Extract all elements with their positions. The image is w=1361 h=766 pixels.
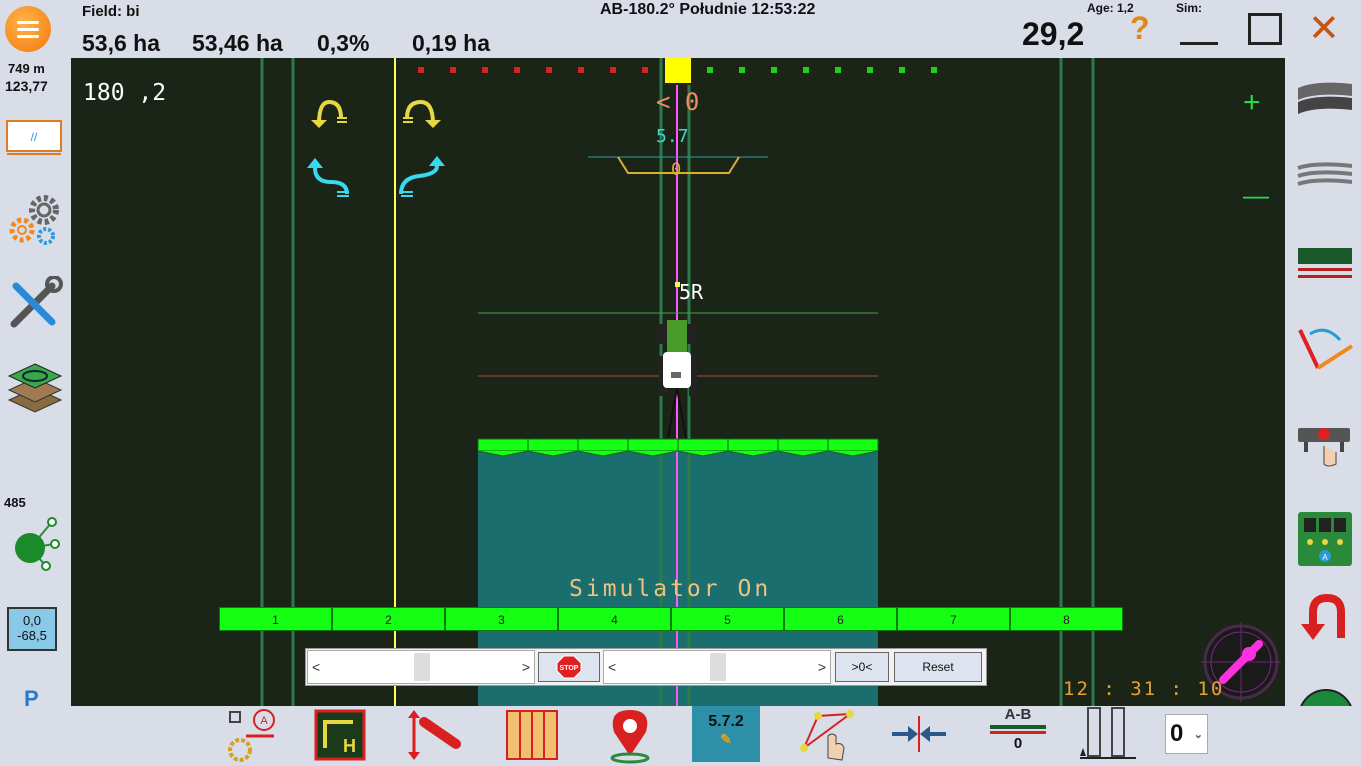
lightbar (418, 58, 937, 85)
tools-wrench-icon[interactable] (6, 276, 64, 332)
simulator-controls: < > STOP < > >0< Reset (305, 648, 987, 686)
ab-line-count: 0 (1013, 735, 1023, 752)
headland-icon[interactable] (1296, 246, 1354, 282)
section-button-6[interactable]: 6 (784, 607, 897, 631)
close-button[interactable]: ✕ (1308, 10, 1340, 48)
steer-slider-thumb[interactable] (710, 653, 726, 681)
simulator-status: Simulator On (569, 576, 772, 602)
section-button-2[interactable]: 2 (332, 607, 445, 631)
tool-number-select[interactable]: 0 ⌄ (1165, 714, 1208, 754)
left-toolbar: 749 m 123,77 // 485 0,0 -68,5 P (0, 58, 71, 733)
section-button-5[interactable]: 5 (671, 607, 784, 631)
guide-zero: 0 (671, 160, 682, 180)
stop-sign-icon: STOP (556, 655, 582, 679)
speed-slider[interactable]: < > (307, 650, 535, 684)
center-steer-button[interactable]: >0< (835, 652, 889, 682)
section-buttons: 1 2 3 4 5 6 7 8 (219, 607, 1123, 631)
section-button-8[interactable]: 8 (1010, 607, 1123, 631)
stop-button[interactable]: STOP (538, 652, 600, 682)
steer-slider[interactable]: < > (603, 650, 831, 684)
section-button-4[interactable]: 4 (558, 607, 671, 631)
zoom-in-button[interactable]: + (1243, 88, 1261, 118)
uturn-right-icon[interactable] (403, 99, 441, 128)
field-name: Field: bi (82, 3, 140, 20)
section-button-3[interactable]: 3 (445, 607, 558, 631)
offset-bottom: -68,5 (17, 628, 47, 643)
section-button-7[interactable]: 7 (897, 607, 1010, 631)
gps-age: Age: 1,2 (1087, 1, 1134, 15)
guide-value: 5.7 (656, 126, 689, 147)
area-rate-readout: 123,77 (5, 78, 48, 94)
svg-text:STOP: STOP (560, 665, 579, 672)
minimize-button[interactable] (1180, 42, 1218, 45)
steering-angle-icon[interactable] (1296, 324, 1354, 374)
snap-to-line-icon[interactable] (890, 714, 948, 754)
map-view[interactable]: 180 ,2 < 0 5.7 0 5R + — Simulator On 1 2… (71, 58, 1285, 706)
sim-label: Sim: (1176, 1, 1203, 15)
svg-text://: // (31, 130, 38, 144)
boundary-lines-icon[interactable] (1296, 160, 1354, 192)
uturn-left-icon[interactable] (311, 99, 347, 128)
ab-line-label: A-B (1004, 706, 1032, 723)
field-layers-icon[interactable] (5, 360, 65, 420)
manual-section-icon[interactable] (1296, 420, 1354, 470)
map-pin-icon[interactable] (604, 706, 656, 764)
tramline-track-icon[interactable] (1078, 706, 1140, 762)
version-pen-icon: ✎ (720, 731, 732, 747)
area-total: 53,6 ha (82, 30, 160, 56)
heading-display: 180 ,2 (83, 80, 167, 106)
area-remaining: 0,19 ha (412, 30, 490, 56)
ab-line-tool[interactable]: A-B 0 (988, 706, 1048, 762)
help-icon[interactable]: ? (1130, 10, 1150, 47)
heading-info: AB-180.2° Południe 12:53:22 (600, 1, 816, 18)
maximize-button[interactable] (1248, 13, 1282, 45)
lane-change-right-icon[interactable] (399, 156, 445, 197)
display-icon[interactable]: // (6, 120, 62, 156)
auto-section-icon[interactable]: A (1296, 510, 1354, 568)
drive-tool-icon[interactable] (406, 708, 464, 762)
tramline-icon[interactable] (1296, 78, 1354, 116)
reset-button[interactable]: Reset (894, 652, 982, 682)
lane-change-left-icon[interactable] (307, 158, 349, 197)
zoom-out-button[interactable]: — (1243, 180, 1269, 210)
overlap-percent: 0,3% (317, 30, 370, 56)
area-worked: 53,46 ha (192, 30, 283, 56)
version-text: 5.7.2 (708, 713, 744, 730)
speed-readout: 29,2 (1022, 16, 1085, 52)
boundary-edit-icon[interactable] (798, 708, 856, 762)
svg-text:H: H (343, 736, 356, 756)
offset-top: 0,0 (22, 613, 42, 628)
distance-readout: 749 m (8, 61, 45, 76)
network-node-icon[interactable] (8, 514, 62, 572)
offset-readout-button[interactable]: 0,0 -68,5 (7, 607, 57, 651)
settings-gear-icon[interactable] (6, 190, 64, 248)
uturn-red-icon[interactable] (1299, 594, 1351, 644)
speed-slider-thumb[interactable] (414, 653, 430, 681)
svg-text:A: A (1322, 553, 1328, 562)
headland-h-icon[interactable]: H (313, 708, 367, 762)
version-badge[interactable]: 5.7.2 ✎ (692, 706, 760, 762)
section-button-1[interactable]: 1 (219, 607, 332, 631)
main-menu-button[interactable] (5, 6, 51, 52)
ab-curve-tool-icon[interactable]: A (224, 708, 278, 762)
track-label: 5R (679, 280, 704, 304)
chevron-down-icon: ⌄ (1193, 729, 1203, 741)
top-bar: Field: bi 53,6 ha 53,46 ha 0,3% 0,19 ha … (0, 0, 1361, 58)
cross-track-error: < 0 (656, 88, 700, 116)
counter-readout: 485 (4, 495, 26, 510)
right-toolbar: A M (1285, 58, 1361, 746)
svg-text:A: A (260, 715, 268, 727)
clock-display: 12 : 31 : 10 (1063, 678, 1225, 700)
field-grid-icon[interactable] (504, 708, 560, 762)
bottom-toolbar: A H 5.7.2 ✎ A-B 0 0 ⌄ (0, 706, 1361, 766)
